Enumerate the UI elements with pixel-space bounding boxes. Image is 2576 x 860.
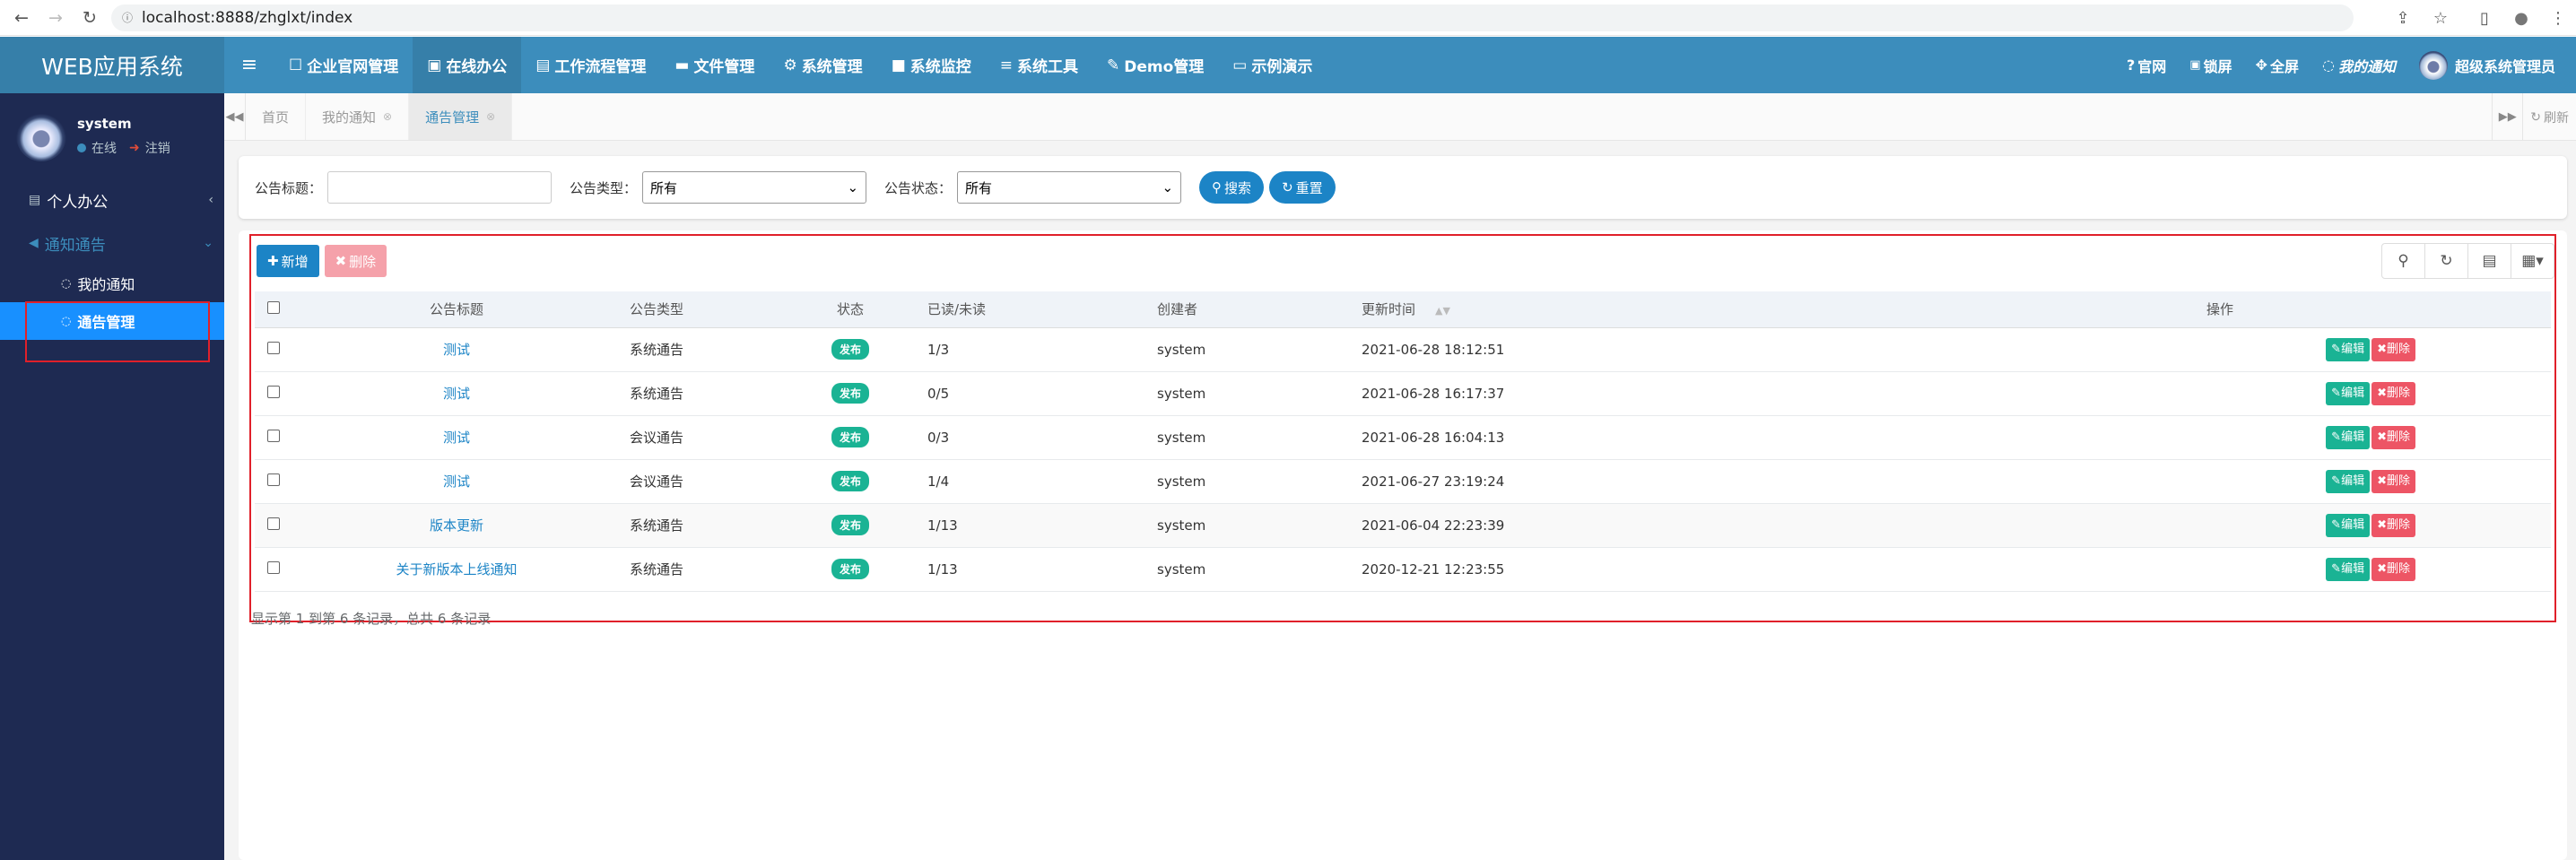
browser-toolbar: ← → ↻ ⓘ localhost:8888/zhglxt/index ⇪ ☆ …: [0, 0, 2576, 36]
pagination-info: 显示第 1 到第 6 条记录，总共 6 条记录: [251, 611, 492, 627]
search-button[interactable]: ⚲ 搜索: [1199, 171, 1265, 204]
comment-icon: ◌: [61, 276, 72, 291]
search-icon: ⚲: [1212, 179, 1223, 195]
chevron-down-icon: ⌄: [203, 236, 213, 250]
app-logo[interactable]: WEB应用系统: [0, 37, 224, 93]
lock-screen-button[interactable]: ▣ 锁屏: [2178, 55, 2243, 76]
question-icon: ?: [2126, 56, 2136, 74]
search-form: 公告标题： 公告类型： 所有 ⌄ 公告状态： 所有 ⌄ ⚲ 搜索 ↻ 重置: [239, 156, 2567, 219]
tab-my-notice[interactable]: 我的通知 ⊗: [306, 93, 410, 140]
online-status-icon: [77, 143, 86, 152]
chevron-down-icon: ⌄: [847, 179, 859, 195]
bullhorn-icon: ◀: [29, 236, 39, 250]
topnav-item-office[interactable]: ▣ 在线办公: [413, 37, 522, 93]
lock-icon: ▣: [2189, 58, 2201, 72]
keyboard-icon: ▣: [427, 56, 442, 74]
user-menu[interactable]: 超级系统管理员: [2407, 50, 2567, 80]
arrows-icon: ✥: [2255, 56, 2267, 74]
topnav-item-workflow[interactable]: ▤ 工作流程管理: [521, 37, 660, 93]
username: system: [77, 115, 132, 132]
type-select[interactable]: 所有 ⌄: [642, 171, 867, 204]
refresh-tab-button[interactable]: ↻ 刷新: [2522, 93, 2576, 141]
avatar: [16, 110, 66, 161]
topnav-item-files[interactable]: ▬ 文件管理: [660, 37, 769, 93]
topnav-item-monitor[interactable]: ■ 系统监控: [877, 37, 986, 93]
type-label: 公告类型：: [570, 179, 638, 196]
refresh-icon: ↻: [2530, 109, 2541, 125]
topnav-item-website[interactable]: ☐ 企业官网管理: [274, 37, 413, 93]
top-menu: ☐ 企业官网管理 ▣ 在线办公 ▤ 工作流程管理 ▬ 文件管理 ⚙ 系统管理 ■ 系统监控 …: [274, 37, 1327, 93]
topnav-item-tools[interactable]: ≡ 系统工具: [986, 37, 1092, 93]
main-content: ◀◀ 首页 我的通知 ⊗ 通告管理 ⊗ ▶▶ ↻ 刷新 公告标题： 公告类型： 所有 ⌄…: [224, 93, 2576, 860]
copy-icon: ☐: [289, 56, 303, 74]
table-panel: ✚ 新增 ✖ 删除 ⚲ ↻ ▤ ▦▾ 公告标题 公告类型 状态 已读/未读 创建者: [239, 230, 2567, 860]
reset-button[interactable]: ↻ 重置: [1269, 171, 1336, 204]
edit-icon: ✎: [1107, 56, 1120, 74]
close-icon[interactable]: ⊗: [383, 110, 392, 123]
online-status: 在线: [91, 141, 117, 156]
top-navbar: WEB应用系统 ≡ ☐ 企业官网管理 ▣ 在线办公 ▤ 工作流程管理 ▬ 文件管理 ⚙ 系…: [0, 37, 2576, 93]
highlight-box: [249, 234, 2556, 622]
sidepanel-icon[interactable]: ▯: [2472, 5, 2497, 30]
topnav-item-system[interactable]: ⚙ 系统管理: [769, 37, 876, 93]
user-panel: system 在线 ➜ 注销: [0, 93, 224, 178]
highlight-box: [25, 301, 210, 362]
comment-icon: ◌: [2322, 56, 2335, 74]
back-icon[interactable]: ←: [9, 5, 34, 30]
tab-home[interactable]: 首页: [246, 93, 307, 140]
title-input[interactable]: [327, 171, 553, 204]
chevron-left-icon: ‹: [208, 193, 213, 207]
gear-icon: ⚙: [783, 56, 797, 74]
video-camera-icon: ■: [891, 56, 906, 74]
refresh-icon: ↻: [1282, 179, 1293, 195]
tab-scroll-left-icon[interactable]: ◀◀: [224, 93, 246, 140]
title-label: 公告标题：: [255, 179, 323, 196]
url-text: localhost:8888/zhglxt/index: [142, 8, 353, 27]
top-right-menu: ? 官网 ▣ 锁屏 ✥ 全屏 ◌ 我的通知 超级系统管理员: [2115, 37, 2567, 93]
profile-icon[interactable]: ●: [2509, 5, 2534, 30]
bars-icon: ≡: [999, 56, 1013, 74]
sidebar-toggle-icon[interactable]: ≡: [224, 37, 274, 93]
sidebar-item-notice[interactable]: ◀ 通知通告 ⌄: [0, 222, 224, 265]
avatar: [2418, 50, 2448, 80]
logout-link[interactable]: 注销: [145, 139, 170, 157]
star-icon[interactable]: ☆: [2428, 5, 2453, 30]
address-bar[interactable]: ⓘ localhost:8888/zhglxt/index: [111, 4, 2354, 31]
sidebar: system 在线 ➜ 注销 ▤ 个人办公 ‹ ◀ 通知通告 ⌄ ◌ 我的通知 …: [0, 93, 224, 860]
fullscreen-button[interactable]: ✥ 全屏: [2244, 55, 2311, 76]
folder-icon: ▬: [674, 56, 690, 74]
address-card-icon: ▤: [29, 193, 41, 207]
menu-dots-icon[interactable]: ⋮: [2546, 5, 2571, 30]
my-notice-link[interactable]: ◌ 我的通知: [2311, 55, 2407, 76]
tab-notice-management[interactable]: 通告管理 ⊗: [409, 93, 513, 140]
chevron-down-icon: ⌄: [1162, 179, 1174, 195]
tab-scroll-right-icon[interactable]: ▶▶: [2492, 93, 2522, 141]
info-icon[interactable]: ⓘ: [122, 10, 133, 25]
topnav-item-demo[interactable]: ✎ Demo管理: [1092, 37, 1218, 93]
status-label: 公告状态：: [884, 179, 953, 196]
share-icon[interactable]: ⇪: [2390, 5, 2415, 30]
logout-icon[interactable]: ➜: [129, 141, 140, 155]
sidebar-item-personal-office[interactable]: ▤ 个人办公 ‹: [0, 178, 224, 222]
status-select[interactable]: 所有 ⌄: [957, 171, 1182, 204]
close-icon[interactable]: ⊗: [486, 110, 495, 123]
forward-icon[interactable]: →: [43, 5, 68, 30]
topnav-item-examples[interactable]: ▭ 示例演示: [1218, 37, 1327, 93]
official-site-link[interactable]: ? 官网: [2115, 55, 2178, 76]
tab-bar: ◀◀ 首页 我的通知 ⊗ 通告管理 ⊗ ▶▶ ↻ 刷新: [224, 93, 2576, 141]
reload-icon[interactable]: ↻: [77, 5, 102, 30]
sidebar-item-my-notice[interactable]: ◌ 我的通知: [0, 265, 224, 302]
list-alt-icon: ▤: [535, 56, 551, 74]
desktop-icon: ▭: [1232, 56, 1248, 74]
